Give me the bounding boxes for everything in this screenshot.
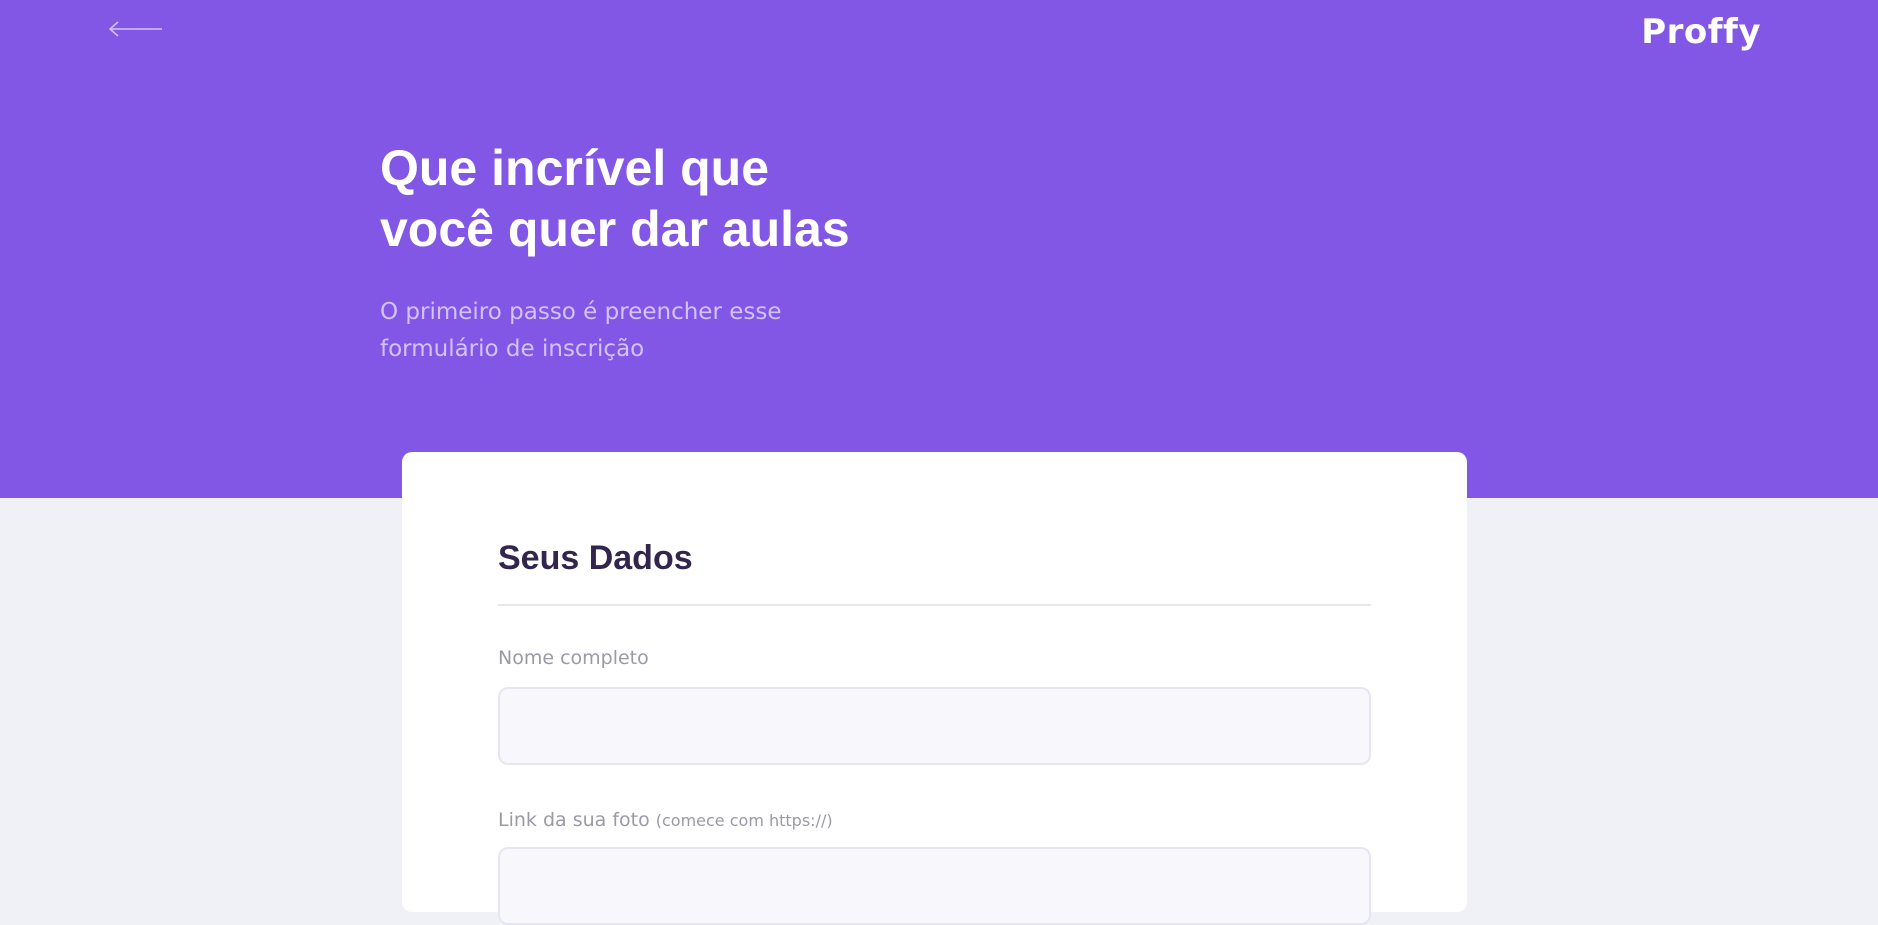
back-button[interactable]: [106, 16, 166, 46]
photo-link-hint: (comece com https://): [655, 811, 833, 830]
full-name-label-text: Nome completo: [498, 647, 649, 669]
full-name-label: Nome completo: [498, 646, 649, 670]
page-subtitle: O primeiro passo é preencher esse formul…: [380, 294, 840, 368]
photo-link-input[interactable]: [498, 847, 1371, 925]
page-title-line-2: você quer dar aulas: [380, 201, 850, 257]
page-header: Proffy Que incrível que você quer dar au…: [0, 0, 1878, 498]
page-title-line-1: Que incrível que: [380, 140, 770, 196]
logo: Proffy: [1641, 12, 1761, 52]
photo-link-label-text: Link da sua foto: [498, 809, 650, 831]
registration-form-card: Seus Dados Nome completo Link da sua fot…: [402, 452, 1467, 925]
photo-link-label: Link da sua foto (comece com https://): [498, 808, 833, 833]
section-title: Seus Dados: [498, 539, 693, 577]
section-divider: [498, 604, 1371, 606]
page-subtitle-line-2: formulário de inscrição: [380, 336, 645, 362]
page-subtitle-line-1: O primeiro passo é preencher esse: [380, 299, 782, 325]
page-title: Que incrível que você quer dar aulas: [380, 138, 980, 260]
full-name-input[interactable]: [498, 687, 1371, 765]
arrow-left-icon: [108, 19, 164, 44]
